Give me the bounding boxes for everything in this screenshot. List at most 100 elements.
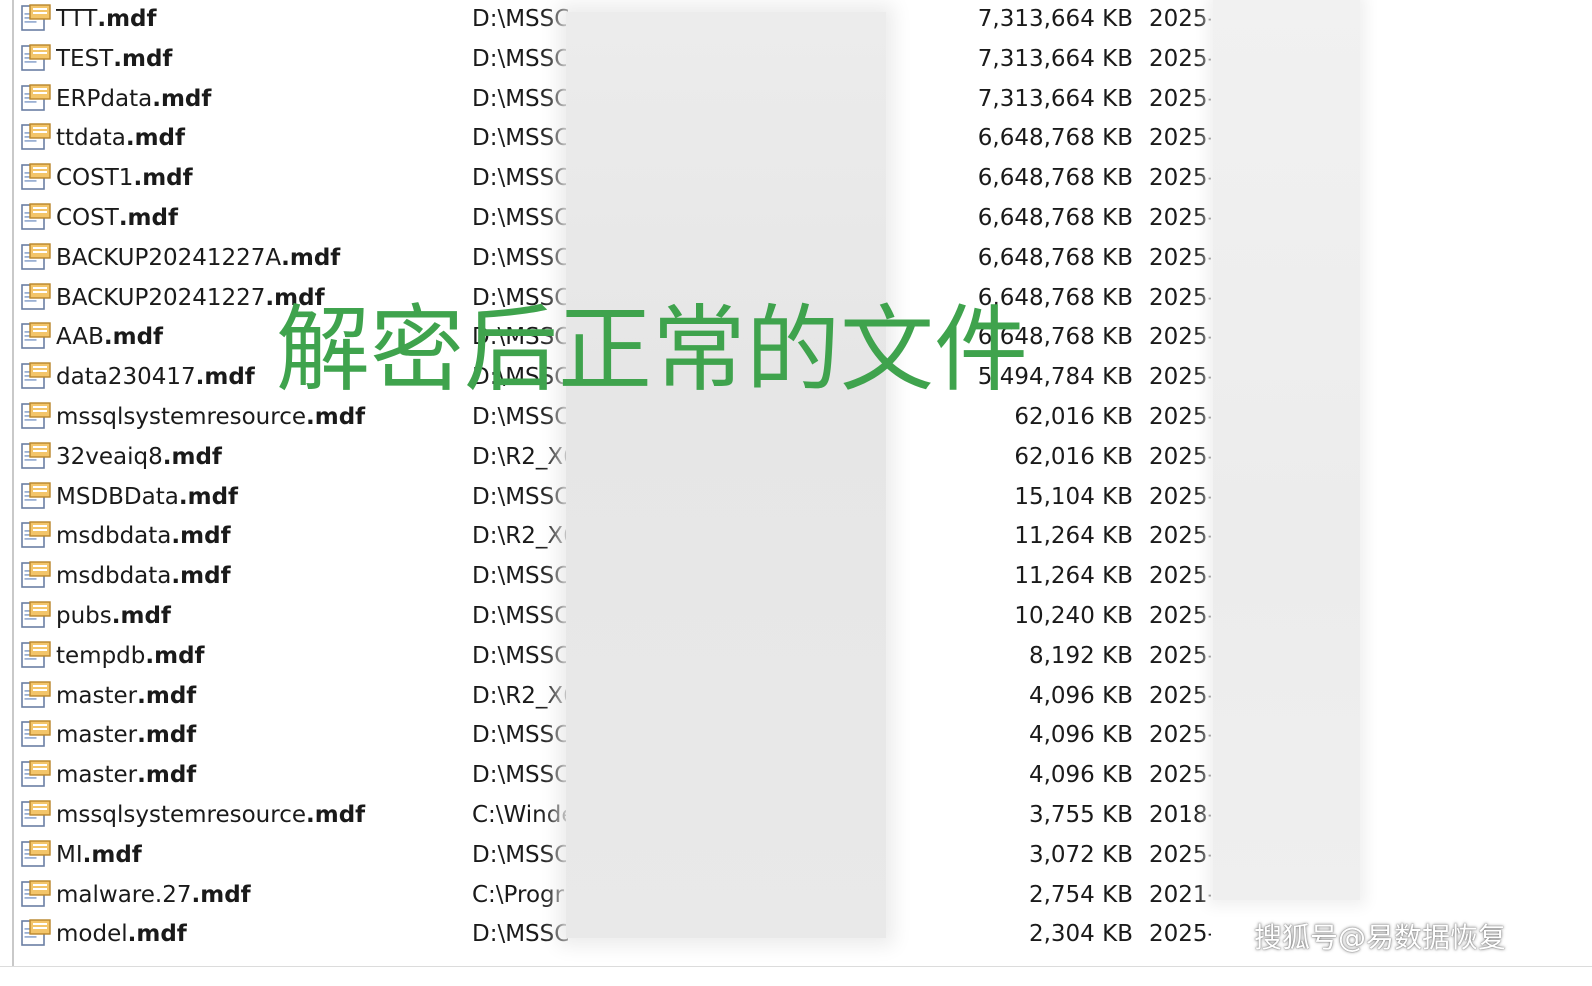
file-name: master.mdf bbox=[56, 722, 197, 749]
file-path: D:\MSSC bbox=[472, 205, 568, 231]
file-name: ttdata.mdf bbox=[56, 125, 186, 152]
file-date: 2025- bbox=[1149, 762, 1211, 789]
file-size: 10,240 KB bbox=[1014, 603, 1133, 629]
file-path: C:\Progr bbox=[472, 881, 565, 908]
file-name: TEST.mdf bbox=[56, 45, 173, 72]
database-file-icon bbox=[21, 521, 51, 549]
file-date: 2025- bbox=[1149, 85, 1211, 112]
file-path: D:\MSSC bbox=[472, 722, 568, 749]
database-file-icon bbox=[21, 601, 51, 629]
database-file-icon bbox=[21, 879, 51, 908]
file-size: 2,304 KB bbox=[1028, 921, 1133, 948]
database-file-icon bbox=[21, 44, 51, 72]
file-name: tempdb.mdf bbox=[56, 642, 205, 669]
file-size: 3,072 KB bbox=[1028, 841, 1133, 868]
database-file-icon bbox=[21, 919, 51, 947]
file-size: 4,096 KB bbox=[1028, 682, 1133, 709]
file-name: COST1.mdf bbox=[56, 165, 193, 192]
file-size: 7,313,664 KB bbox=[977, 45, 1133, 72]
file-size: 4,096 KB bbox=[1028, 762, 1133, 789]
database-file-icon bbox=[21, 203, 51, 231]
file-date: 2025- bbox=[1149, 324, 1211, 351]
file-path: D:\MSSC bbox=[472, 563, 568, 590]
file-size: 6,648,768 KB bbox=[977, 244, 1133, 271]
file-size: 4,096 KB bbox=[1028, 722, 1133, 749]
file-name: pubs.mdf bbox=[56, 603, 171, 629]
database-file-icon bbox=[21, 282, 51, 311]
file-date: 2025- bbox=[1149, 284, 1211, 311]
file-name: msdbdata.mdf bbox=[56, 523, 231, 550]
file-path: C:\Winde bbox=[472, 802, 568, 828]
file-name: 32veaiq8.mdf bbox=[56, 443, 222, 470]
file-size: 6,648,768 KB bbox=[977, 165, 1133, 192]
file-path: D:\MSSC bbox=[472, 921, 568, 948]
file-date: 2025- bbox=[1149, 45, 1211, 72]
source-watermark: 搜狐号@易数据恢复 bbox=[1254, 921, 1507, 954]
file-name: MI.mdf bbox=[56, 841, 142, 868]
file-name: COST.mdf bbox=[56, 205, 178, 231]
file-name: mssqlsystemresource.mdf bbox=[56, 802, 366, 828]
database-file-icon bbox=[21, 800, 51, 828]
database-file-icon bbox=[21, 641, 51, 669]
file-path: D:\MSSC bbox=[472, 165, 568, 192]
file-date: 2025- bbox=[1149, 841, 1211, 868]
file-size: 11,264 KB bbox=[1014, 523, 1133, 550]
redaction-blur-date bbox=[1213, 0, 1360, 900]
cut-off-row bbox=[0, 966, 1592, 986]
file-date: 2025- bbox=[1149, 483, 1211, 510]
file-date: 2021- bbox=[1149, 881, 1211, 908]
file-size: 6,648,768 KB bbox=[977, 125, 1133, 152]
database-file-icon bbox=[21, 760, 51, 788]
file-path: D:\MSSC bbox=[472, 85, 568, 112]
file-date: 2025- bbox=[1149, 563, 1211, 590]
file-path: D:\MSSC bbox=[472, 6, 568, 32]
file-date: 2025- bbox=[1149, 642, 1211, 669]
file-path: D:\MSSC bbox=[472, 762, 568, 789]
file-path: D:\MSSC bbox=[472, 45, 568, 72]
file-name: malware.27.mdf bbox=[56, 881, 251, 908]
file-date: 2025- bbox=[1149, 244, 1211, 271]
database-file-icon bbox=[21, 840, 51, 868]
database-file-icon bbox=[21, 402, 51, 430]
file-name: BACKUP20241227A.mdf bbox=[56, 244, 341, 271]
file-date: 2025- bbox=[1149, 404, 1211, 430]
file-date: 2018- bbox=[1149, 802, 1211, 828]
database-file-icon bbox=[21, 83, 51, 112]
file-date: 2025- bbox=[1149, 165, 1211, 192]
file-date: 2025- bbox=[1149, 443, 1211, 470]
explorer-window: TTT.mdf D:\MSSC 7,313,664 KB 2025- TEST.… bbox=[0, 0, 1592, 986]
redaction-blur-path bbox=[566, 12, 886, 938]
file-size: 7,313,664 KB bbox=[977, 6, 1133, 32]
file-path: D:\MSSC bbox=[472, 841, 568, 868]
file-path: D:\R2_X6 bbox=[472, 523, 568, 550]
file-path: D:\MSSC bbox=[472, 642, 568, 669]
file-size: 3,755 KB bbox=[1028, 802, 1133, 828]
file-date: 2025- bbox=[1149, 125, 1211, 152]
file-date: 2025- bbox=[1149, 523, 1211, 550]
database-file-icon bbox=[21, 720, 51, 748]
database-file-icon bbox=[21, 123, 51, 151]
file-date: 2025- bbox=[1149, 603, 1211, 629]
file-date: 2025- bbox=[1149, 6, 1211, 32]
file-size: 6,648,768 KB bbox=[977, 205, 1133, 231]
overlay-caption: 解密后正常的文件 bbox=[276, 296, 1029, 405]
file-path: D:\MSSC bbox=[472, 483, 568, 510]
file-name: master.mdf bbox=[56, 682, 197, 709]
file-name: model.mdf bbox=[56, 921, 187, 948]
file-size: 2,754 KB bbox=[1028, 881, 1133, 908]
database-file-icon bbox=[21, 322, 51, 350]
file-path: D:\MSSC bbox=[472, 125, 568, 152]
database-file-icon bbox=[21, 362, 51, 390]
database-file-icon bbox=[21, 442, 51, 470]
database-file-icon bbox=[21, 561, 51, 589]
file-size: 7,313,664 KB bbox=[977, 85, 1133, 112]
file-date: 2025- bbox=[1149, 722, 1211, 749]
database-file-icon bbox=[21, 163, 51, 191]
file-path: D:\MSSC bbox=[472, 603, 568, 629]
file-date: 2025- bbox=[1149, 682, 1211, 709]
database-file-icon bbox=[21, 680, 51, 709]
database-file-icon bbox=[21, 481, 51, 510]
file-size: 15,104 KB bbox=[1014, 483, 1133, 510]
file-size: 11,264 KB bbox=[1014, 563, 1133, 590]
file-name: ERPdata.mdf bbox=[56, 85, 212, 112]
